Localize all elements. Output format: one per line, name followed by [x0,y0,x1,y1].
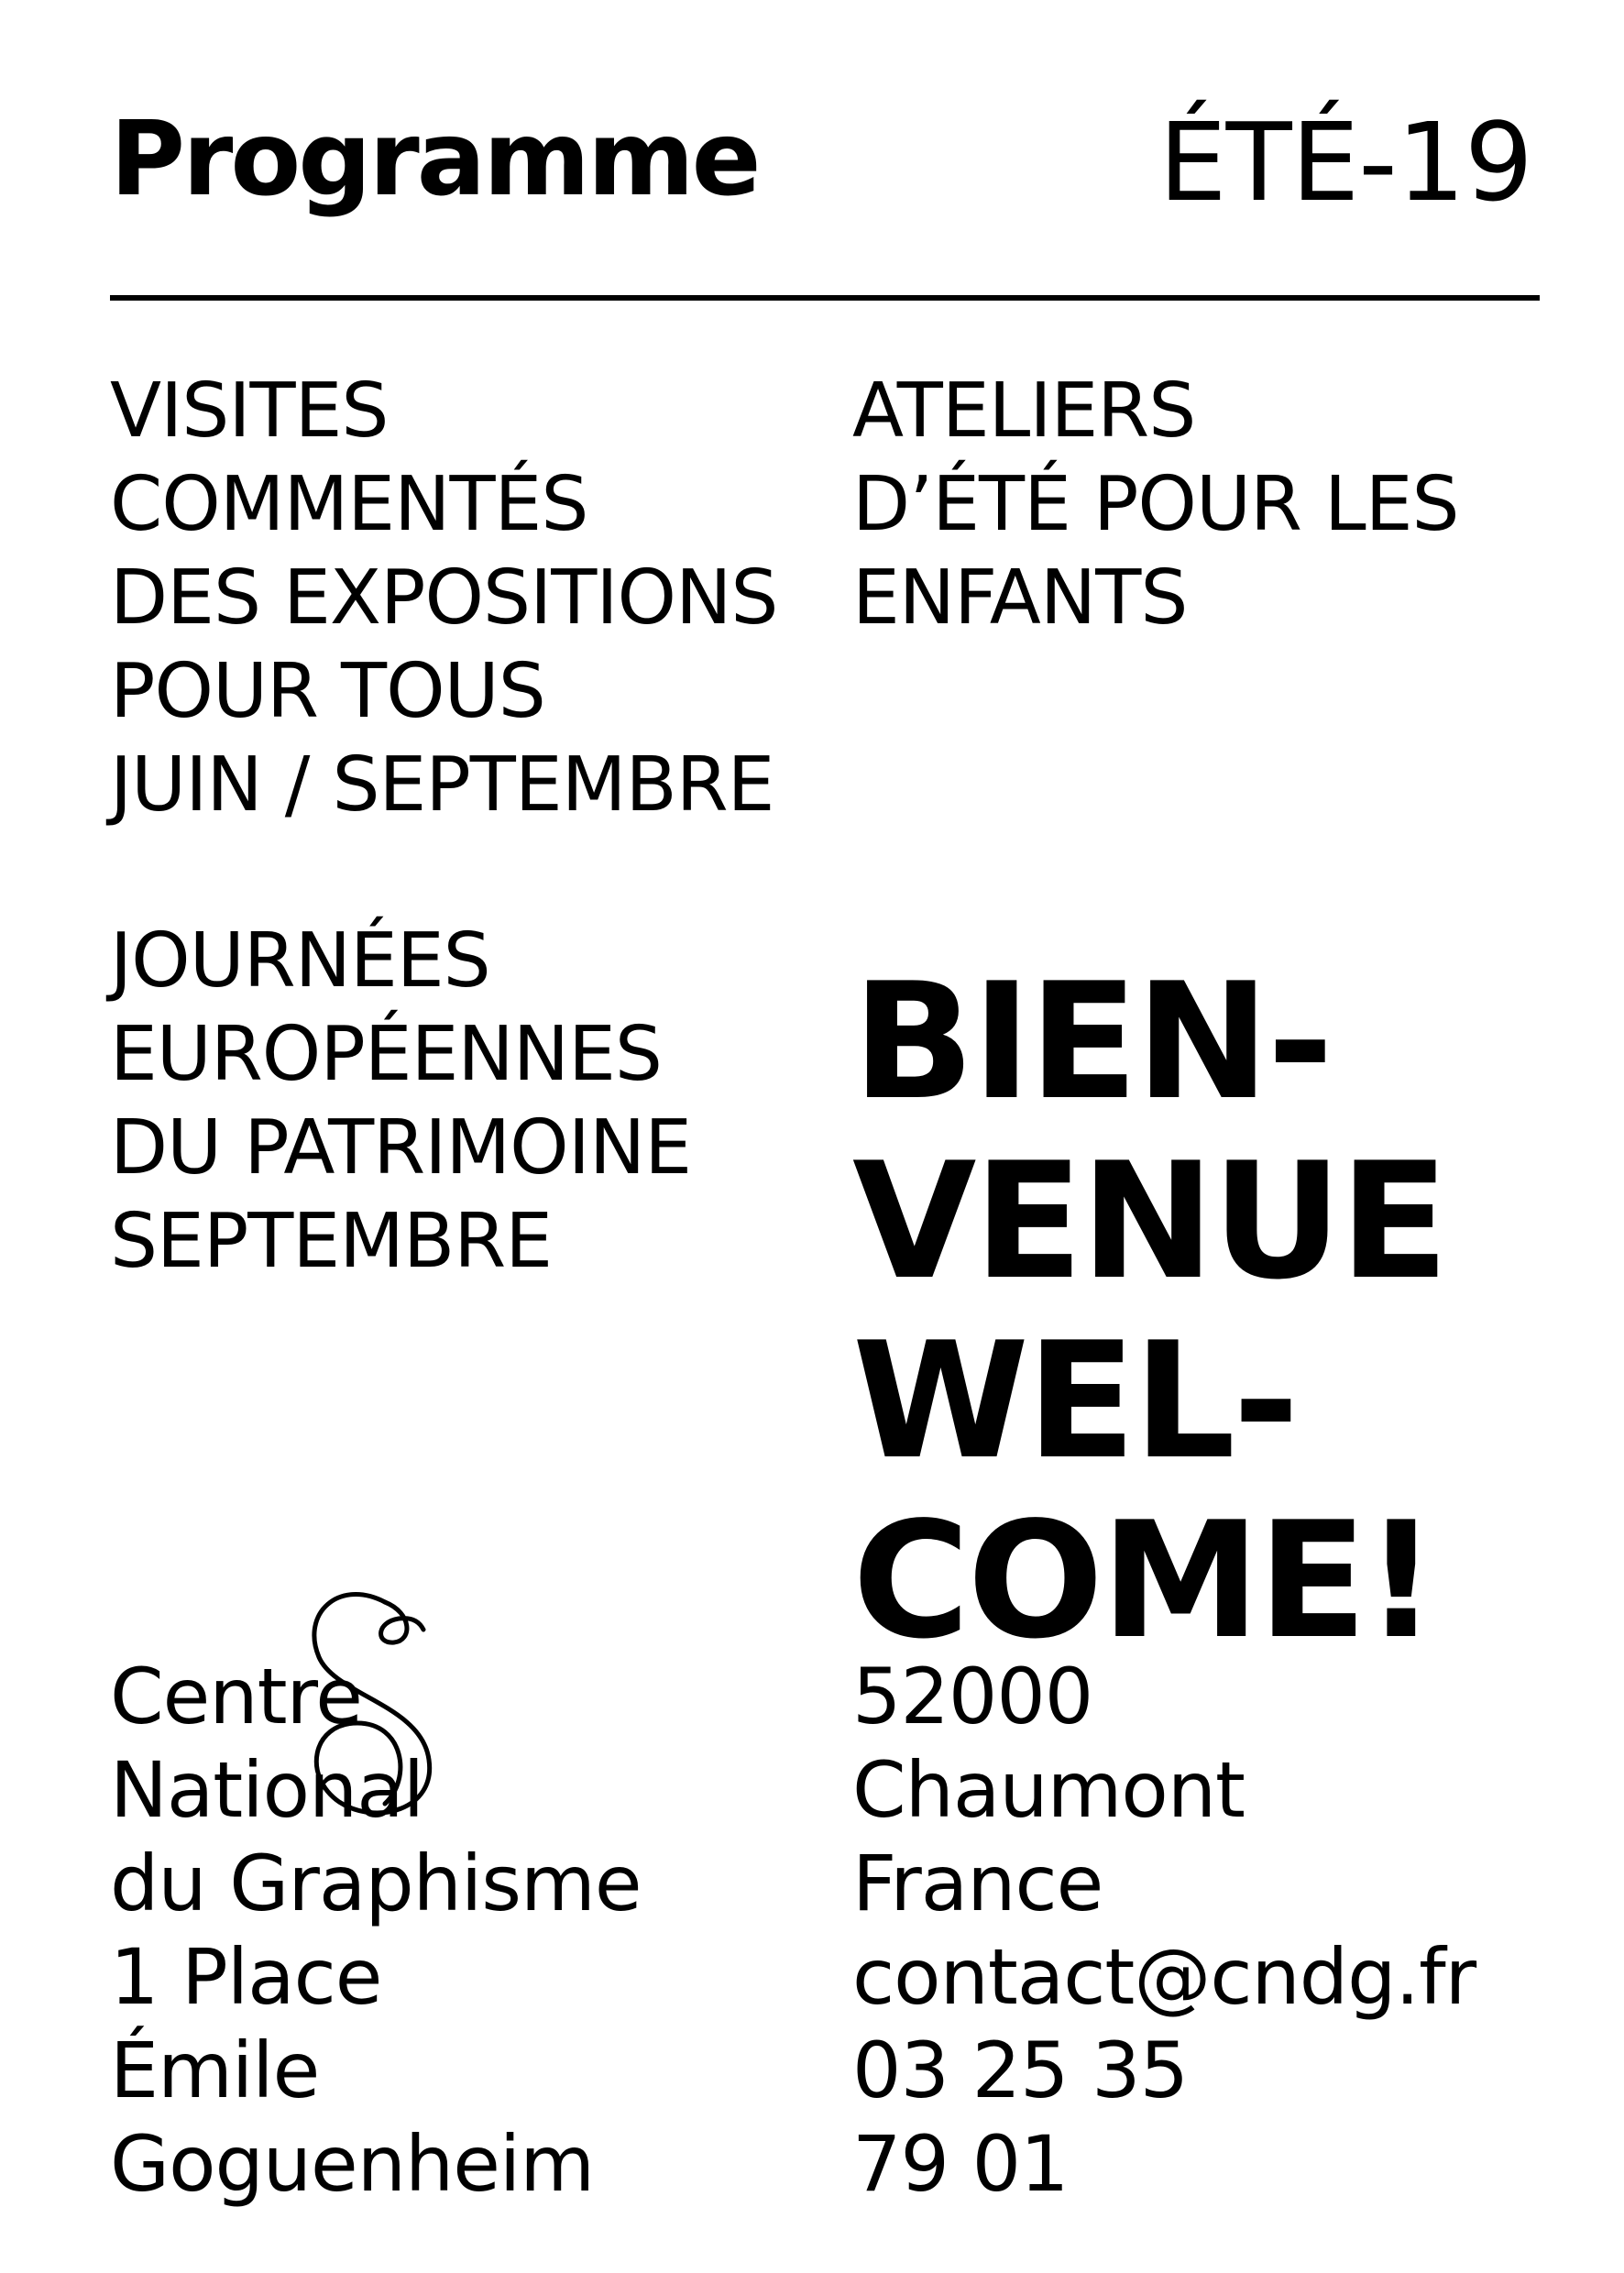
journees-line: SEPTEMBRE [110,1198,553,1285]
journees-line: JOURNÉES [110,917,491,1005]
visites-block: VISITES COMMENTÉS DES EXPOSITIONS POUR T… [110,365,778,832]
address-right-block: 52000 Chaumont France contact@cndg.fr 03… [852,1650,1476,2211]
journees-line: EUROPÉENNES [110,1011,663,1098]
phone-line: 79 01 [852,2119,1069,2209]
season-label: ÉTÉ-19 [1158,99,1533,225]
welcome-line: BIEN- [852,950,1333,1136]
ateliers-block: ATELIERS D’ÉTÉ POUR LES ENFANTS [852,365,1460,645]
address-line: du Graphisme [110,1839,642,1928]
journees-block: JOURNÉES EUROPÉENNES DU PATRIMOINE SEPTE… [110,915,692,1289]
address-line: France [852,1839,1103,1928]
visites-line: DES EXPOSITIONS [110,555,778,642]
address-line: Chaumont [852,1745,1245,1835]
email-link[interactable]: contact@cndg.fr [852,1930,1476,2024]
ateliers-line: ATELIERS [852,368,1196,455]
address-line: 1 Place [110,1932,382,2022]
welcome-line: COME! [852,1488,1438,1675]
address-line: Émile [110,2026,320,2115]
address-line: Goguenheim [110,2119,595,2209]
welcome-line: VENUE [852,1129,1449,1315]
phone-line: 03 25 35 [852,2026,1189,2115]
visites-line: JUIN / SEPTEMBRE [110,741,774,829]
ateliers-line: ENFANTS [852,555,1188,642]
welcome-line: WEL- [852,1309,1300,1495]
visites-line: COMMENTÉS [110,461,588,548]
ateliers-line: D’ÉTÉ POUR LES [852,461,1460,548]
welcome-headline: BIEN- VENUE WEL- COME! [852,950,1449,1675]
page-title: Programme [110,100,762,219]
visites-line: VISITES [110,368,389,455]
address-line: 52000 [852,1652,1093,1741]
journees-line: DU PATRIMOINE [110,1104,692,1191]
header-divider [110,295,1540,301]
cndg-monogram-icon [312,1592,433,1816]
visites-line: POUR TOUS [110,648,546,735]
